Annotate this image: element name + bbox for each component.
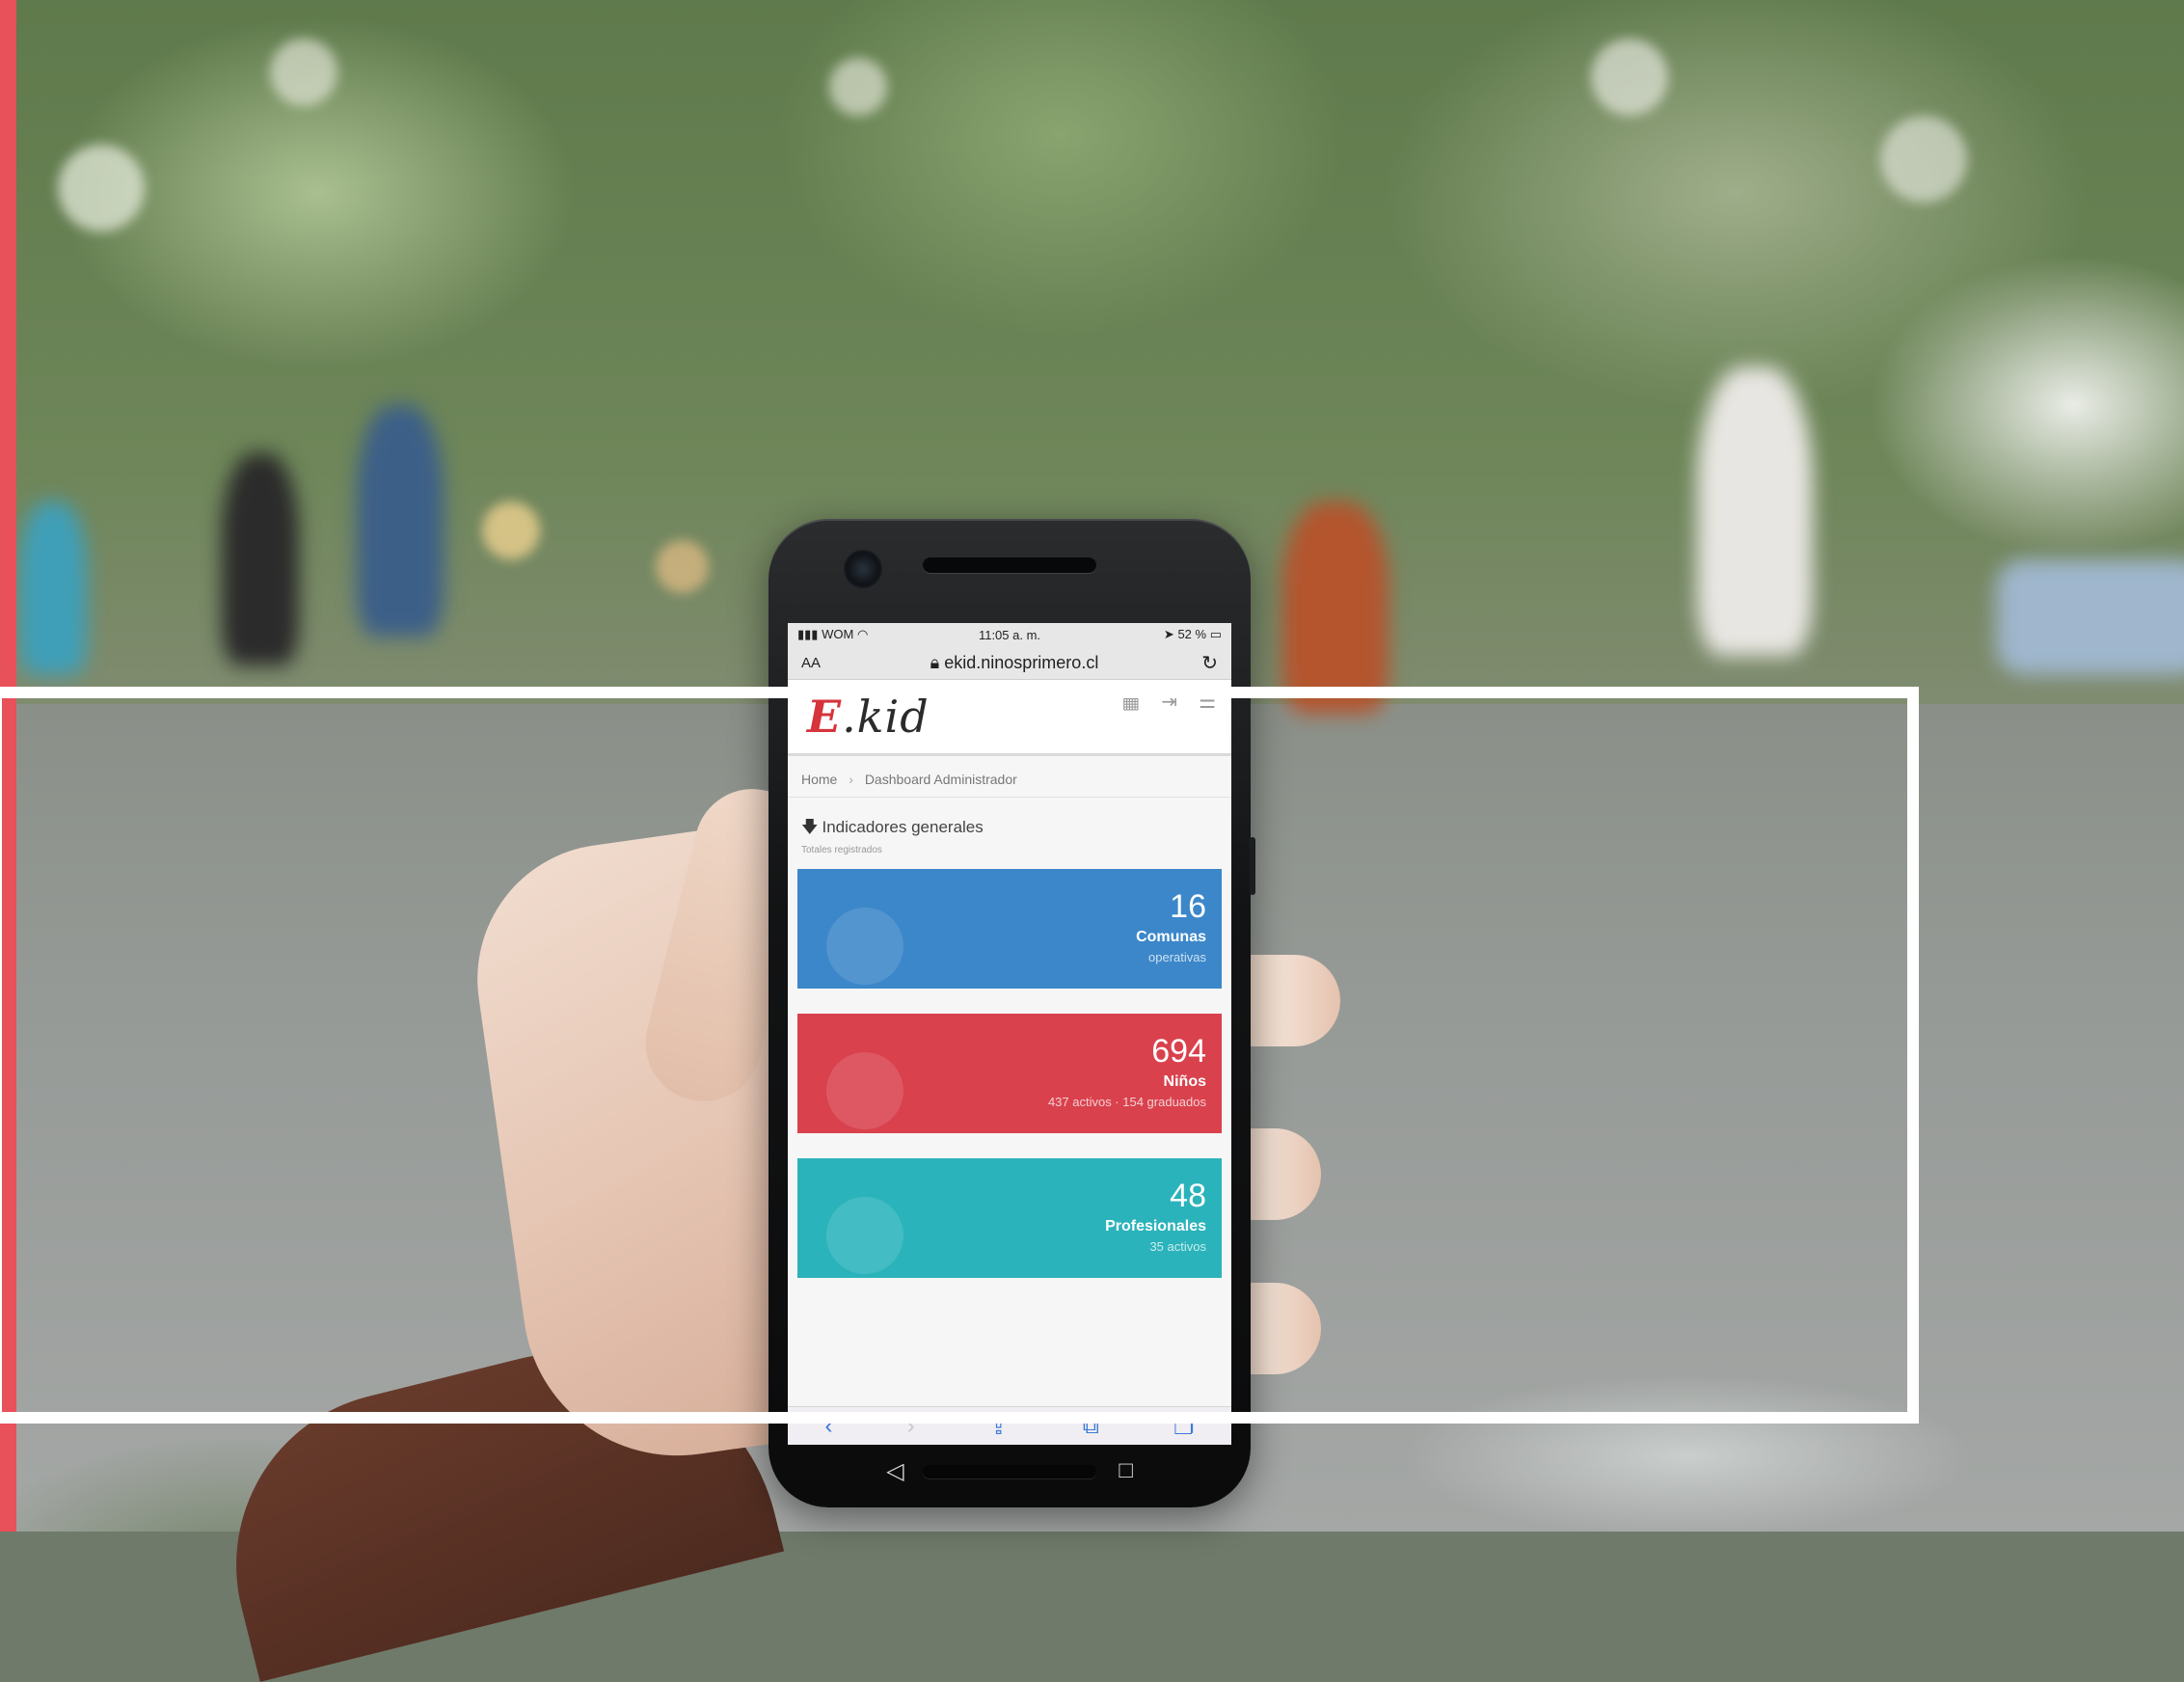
nav-back-icon[interactable]: ◁ (886, 1457, 903, 1485)
blurred-person (357, 405, 444, 637)
bottom-speaker (923, 1465, 1096, 1479)
blurred-person (1282, 502, 1389, 714)
clock: 11:05 a. m. (978, 627, 1041, 642)
url-text: ekid.ninosprimero.cl (944, 652, 1099, 672)
reload-icon[interactable]: ↻ (1189, 651, 1218, 675)
lock-icon: 🔒︎ (930, 652, 940, 672)
bokeh-light (1880, 116, 1967, 203)
front-camera (844, 550, 882, 588)
address-bar[interactable]: AA 🔒︎ ekid.ninosprimero.cl ↻ (788, 646, 1231, 680)
blurred-person (19, 502, 87, 675)
blurred-person (222, 453, 299, 665)
blurred-person (1697, 366, 1813, 656)
bokeh-light (829, 58, 887, 116)
blurred-car (1996, 559, 2184, 675)
bokeh-light (270, 39, 337, 106)
earpiece-speaker (923, 557, 1096, 573)
white-frame (0, 687, 1919, 1424)
bokeh-light (482, 502, 540, 559)
status-bar: ▮▮▮ WOM ◠ 11:05 a. m. ➤ 52 % ▭ (788, 623, 1231, 646)
bokeh-light (1591, 39, 1668, 116)
bokeh-light (58, 145, 145, 231)
url-field[interactable]: 🔒︎ ekid.ninosprimero.cl (840, 653, 1189, 673)
nav-recents-icon[interactable]: □ (1119, 1457, 1133, 1484)
bokeh-light (656, 540, 709, 593)
text-size-button[interactable]: AA (801, 655, 840, 671)
